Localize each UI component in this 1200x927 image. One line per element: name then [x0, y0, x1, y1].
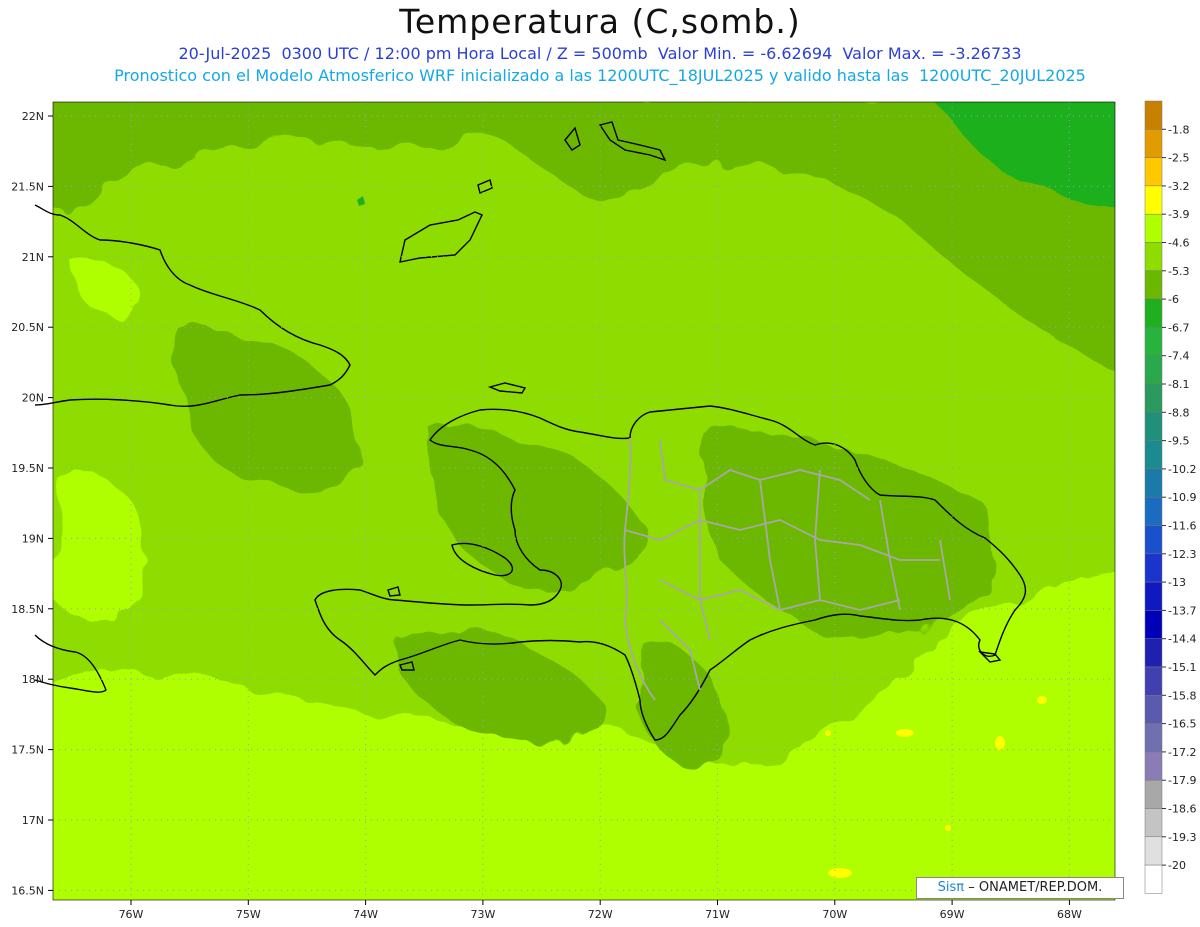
colorbar-swatch — [1144, 157, 1163, 187]
colorbar-swatch — [1144, 242, 1163, 272]
colorbar-swatch — [1144, 496, 1163, 526]
colorbar-label: -15.1 — [1168, 661, 1196, 674]
colorbar-label: -18.6 — [1168, 803, 1196, 816]
colorbar-swatch — [1144, 100, 1163, 130]
colorbar-label: -6 — [1168, 293, 1179, 306]
lat-tick-label: 20.5N — [11, 321, 44, 334]
colorbar-swatch — [1144, 553, 1163, 583]
lat-tick-label: 22N — [22, 110, 44, 123]
colorbar-label: -13.7 — [1168, 604, 1196, 617]
lon-tick-label: 69W — [940, 908, 965, 921]
colorbar-swatch — [1144, 355, 1163, 385]
colorbar-swatch — [1144, 270, 1163, 300]
colorbar-label: -4.6 — [1168, 237, 1189, 250]
colorbar-swatch — [1144, 610, 1163, 639]
colorbar-swatch — [1144, 779, 1163, 809]
colorbar-swatch — [1144, 468, 1163, 498]
colorbar-label: -14.4 — [1168, 633, 1196, 646]
temperature-map: 22N 21.5N 21N 20.5N 20N 19.5N 19N 18.5N 18N 17.5N… — [11, 100, 1196, 921]
credit-text: – ONAMET/REP.DOM. — [968, 880, 1103, 895]
colorbar-swatch — [1144, 666, 1163, 696]
lon-tick-label: 68W — [1057, 908, 1082, 921]
colorbar-swatch — [1144, 525, 1163, 555]
colorbar-swatch — [1144, 129, 1163, 158]
colorbar-label: -6.7 — [1168, 321, 1189, 334]
colorbar-swatch — [1144, 751, 1163, 781]
lat-tick-label: 19N — [22, 532, 44, 545]
colorbar-swatch — [1144, 440, 1163, 470]
temperature-field — [53, 102, 1115, 900]
lon-tick-label: 74W — [353, 908, 378, 921]
colorbar-label: -19.3 — [1168, 831, 1196, 844]
lon-tick-label: 73W — [470, 908, 495, 921]
lat-tick-label: 18.5N — [11, 603, 44, 616]
lon-tick-label: 76W — [119, 908, 144, 921]
lat-tick-label: 21N — [22, 251, 44, 264]
colorbar-swatch — [1144, 723, 1163, 753]
colorbar-label: -3.9 — [1168, 208, 1189, 221]
colorbar-label: -5.3 — [1168, 265, 1189, 278]
colorbar-swatch — [1144, 695, 1163, 724]
colorbar-label: -10.9 — [1168, 491, 1196, 504]
lat-tick-label: 17.5N — [11, 744, 44, 757]
lat-tick-label: 20N — [22, 392, 44, 405]
longitude-axis: 76W 75W 74W 73W 72W 71W 70W 69W 68W — [119, 900, 1082, 921]
colorbar-swatch — [1144, 298, 1163, 328]
colorbar-swatch — [1144, 808, 1163, 838]
colorbar-label: -3.2 — [1168, 180, 1189, 193]
colorbar-swatch — [1144, 213, 1163, 243]
colorbar-label: -20 — [1168, 859, 1186, 872]
colorbar-swatch — [1144, 412, 1163, 441]
lon-tick-label: 72W — [588, 908, 613, 921]
lon-tick-label: 75W — [236, 908, 261, 921]
lat-tick-label: 18N — [22, 673, 44, 686]
colorbar-swatch — [1144, 864, 1163, 894]
sispi-logo: Sisπ — [937, 880, 965, 895]
credit-box: Sisπ – ONAMET/REP.DOM. — [916, 877, 1124, 899]
colorbar-swatch — [1144, 638, 1163, 668]
colorbar-label: -16.5 — [1168, 718, 1196, 731]
colorbar-legend: -1.8 -2.5 -3.2 -3.9 -4.6 -5.3 -6 -6.7 -7.4 -8.1 -8… — [1144, 100, 1196, 894]
colorbar-label: -15.8 — [1168, 689, 1196, 702]
lat-tick-label: 19.5N — [11, 462, 44, 475]
colorbar-label: -17.2 — [1168, 746, 1196, 759]
lat-tick-label: 17N — [22, 814, 44, 827]
colorbar-label: -7.4 — [1168, 350, 1189, 363]
latitude-axis: 22N 21.5N 21N 20.5N 20N 19.5N 19N 18.5N 18N 17.5N… — [11, 110, 53, 897]
colorbar-swatch — [1144, 836, 1163, 866]
colorbar-label: -11.6 — [1168, 520, 1196, 533]
colorbar-label: -17.9 — [1168, 774, 1196, 787]
colorbar-label: -1.8 — [1168, 123, 1189, 136]
colorbar-swatch — [1144, 185, 1163, 215]
lon-tick-label: 70W — [822, 908, 847, 921]
colorbar-label: -2.5 — [1168, 152, 1189, 165]
colorbar-label: -12.3 — [1168, 548, 1196, 561]
colorbar-label: -8.1 — [1168, 378, 1189, 391]
lat-tick-label: 16.5N — [11, 884, 44, 897]
lon-tick-label: 71W — [705, 908, 730, 921]
colorbar-swatch — [1144, 327, 1163, 356]
colorbar-label: -10.2 — [1168, 463, 1196, 476]
colorbar-label: -8.8 — [1168, 406, 1189, 419]
colorbar-label: -9.5 — [1168, 435, 1189, 448]
colorbar-label: -13 — [1168, 576, 1186, 589]
lat-tick-label: 21.5N — [11, 180, 44, 193]
colorbar-swatch — [1144, 383, 1163, 413]
colorbar-swatch — [1144, 581, 1163, 611]
